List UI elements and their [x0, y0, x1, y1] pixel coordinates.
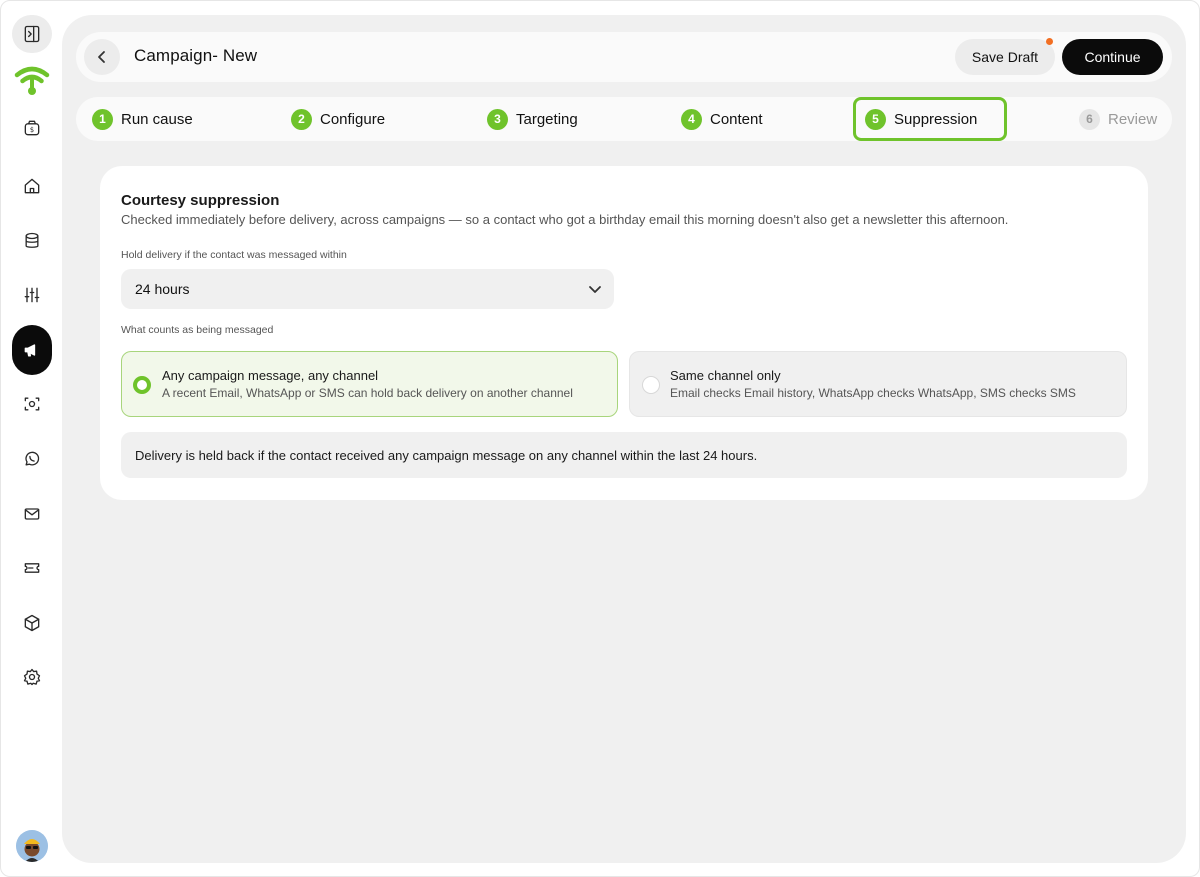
home-icon — [24, 178, 40, 194]
whatsapp-icon — [25, 451, 40, 466]
sidebar-item-email[interactable] — [13, 495, 51, 533]
svg-text:$: $ — [30, 126, 34, 134]
chevron-left-icon — [98, 51, 105, 63]
step-label: Targeting — [516, 110, 578, 128]
card-title: Courtesy suppression — [121, 192, 280, 209]
database-icon — [25, 232, 39, 248]
step-number: 4 — [681, 108, 702, 130]
step-review[interactable]: 6 Review — [1079, 97, 1157, 141]
sidebar-item-products[interactable] — [13, 604, 51, 642]
counts-label: What counts as being messaged — [121, 324, 274, 336]
hold-window-select[interactable]: 24 hours — [121, 269, 614, 309]
radio-unselected[interactable] — [642, 376, 660, 394]
option-title: Any campaign message, any channel — [162, 368, 379, 383]
main-panel: Campaign- New Save Draft Continue 1 Run … — [62, 15, 1186, 863]
sidebar-item-billing[interactable]: $ — [13, 109, 51, 147]
step-label: Review — [1108, 110, 1158, 128]
step-number: 2 — [291, 108, 312, 130]
sidebar-item-whatsapp[interactable] — [13, 440, 51, 478]
megaphone-icon — [24, 344, 36, 357]
step-label: Configure — [320, 110, 386, 128]
step-number: 5 — [865, 108, 886, 130]
step-label: Suppression — [894, 110, 978, 128]
continue-button[interactable]: Continue — [1062, 39, 1163, 75]
step-suppression[interactable]: 5 Suppression — [853, 97, 1008, 141]
select-value: 24 hours — [135, 281, 190, 297]
card-description: Checked immediately before delivery, acr… — [121, 212, 1009, 227]
radio-selected[interactable] — [133, 376, 151, 394]
sliders-icon — [24, 287, 40, 303]
sidebar-item-filters[interactable] — [13, 276, 51, 314]
back-button[interactable] — [84, 39, 120, 75]
user-avatar-icon — [16, 830, 48, 862]
option-title: Same channel only — [670, 368, 781, 383]
sidebar-item-sms[interactable] — [13, 549, 51, 587]
unsaved-indicator-dot — [1046, 38, 1053, 45]
sidebar-item-campaigns[interactable] — [12, 325, 52, 375]
step-label: Content — [710, 110, 763, 128]
step-number: 3 — [487, 108, 508, 130]
step-number: 1 — [92, 108, 113, 130]
hold-delivery-label: Hold delivery if the contact was message… — [121, 249, 347, 261]
avatar[interactable] — [16, 830, 48, 862]
panel-toggle-icon — [24, 25, 40, 43]
wallet-icon: $ — [24, 120, 40, 136]
step-configure[interactable]: 2 Configure — [291, 97, 385, 141]
scan-icon — [24, 397, 40, 411]
page-title: Campaign- New — [134, 46, 258, 65]
summary-text: Delivery is held back if the contact rec… — [135, 448, 758, 463]
step-number: 6 — [1079, 108, 1100, 130]
sidebar-item-data[interactable] — [13, 222, 51, 260]
step-label: Run cause — [121, 110, 193, 128]
option-subtitle: A recent Email, WhatsApp or SMS can hold… — [162, 386, 573, 400]
option-any-channel[interactable]: Any campaign message, any channel A rece… — [121, 351, 618, 417]
option-same-channel[interactable]: Same channel only Email checks Email his… — [629, 351, 1127, 417]
sidebar-item-settings[interactable] — [13, 658, 51, 696]
app-window: $ Campaign- New Save Draft Continue 1 Ru… — [0, 0, 1200, 877]
box-icon — [24, 614, 40, 632]
step-content[interactable]: 4 Content — [681, 97, 763, 141]
suppression-card: Courtesy suppression Checked immediately… — [100, 166, 1148, 500]
option-subtitle: Email checks Email history, WhatsApp che… — [670, 386, 1076, 400]
step-progress: 1 Run cause 2 Configure 3 Targeting 4 Co… — [76, 97, 1172, 141]
mail-icon — [24, 508, 40, 520]
step-targeting[interactable]: 3 Targeting — [487, 97, 578, 141]
settings-icon — [23, 668, 41, 686]
page-header: Campaign- New Save Draft Continue — [76, 32, 1172, 82]
sidebar-item-scan[interactable] — [13, 385, 51, 423]
brand-logo — [14, 66, 50, 95]
sidebar-toggle-button[interactable] — [12, 15, 52, 53]
summary-info-box: Delivery is held back if the contact rec… — [121, 432, 1127, 478]
sidebar-item-home[interactable] — [13, 167, 51, 205]
save-draft-button[interactable]: Save Draft — [955, 39, 1055, 75]
ticket-icon — [24, 563, 40, 573]
chevron-down-icon — [589, 286, 601, 293]
step-run-cause[interactable]: 1 Run cause — [92, 97, 193, 141]
sidebar: $ — [1, 1, 63, 877]
